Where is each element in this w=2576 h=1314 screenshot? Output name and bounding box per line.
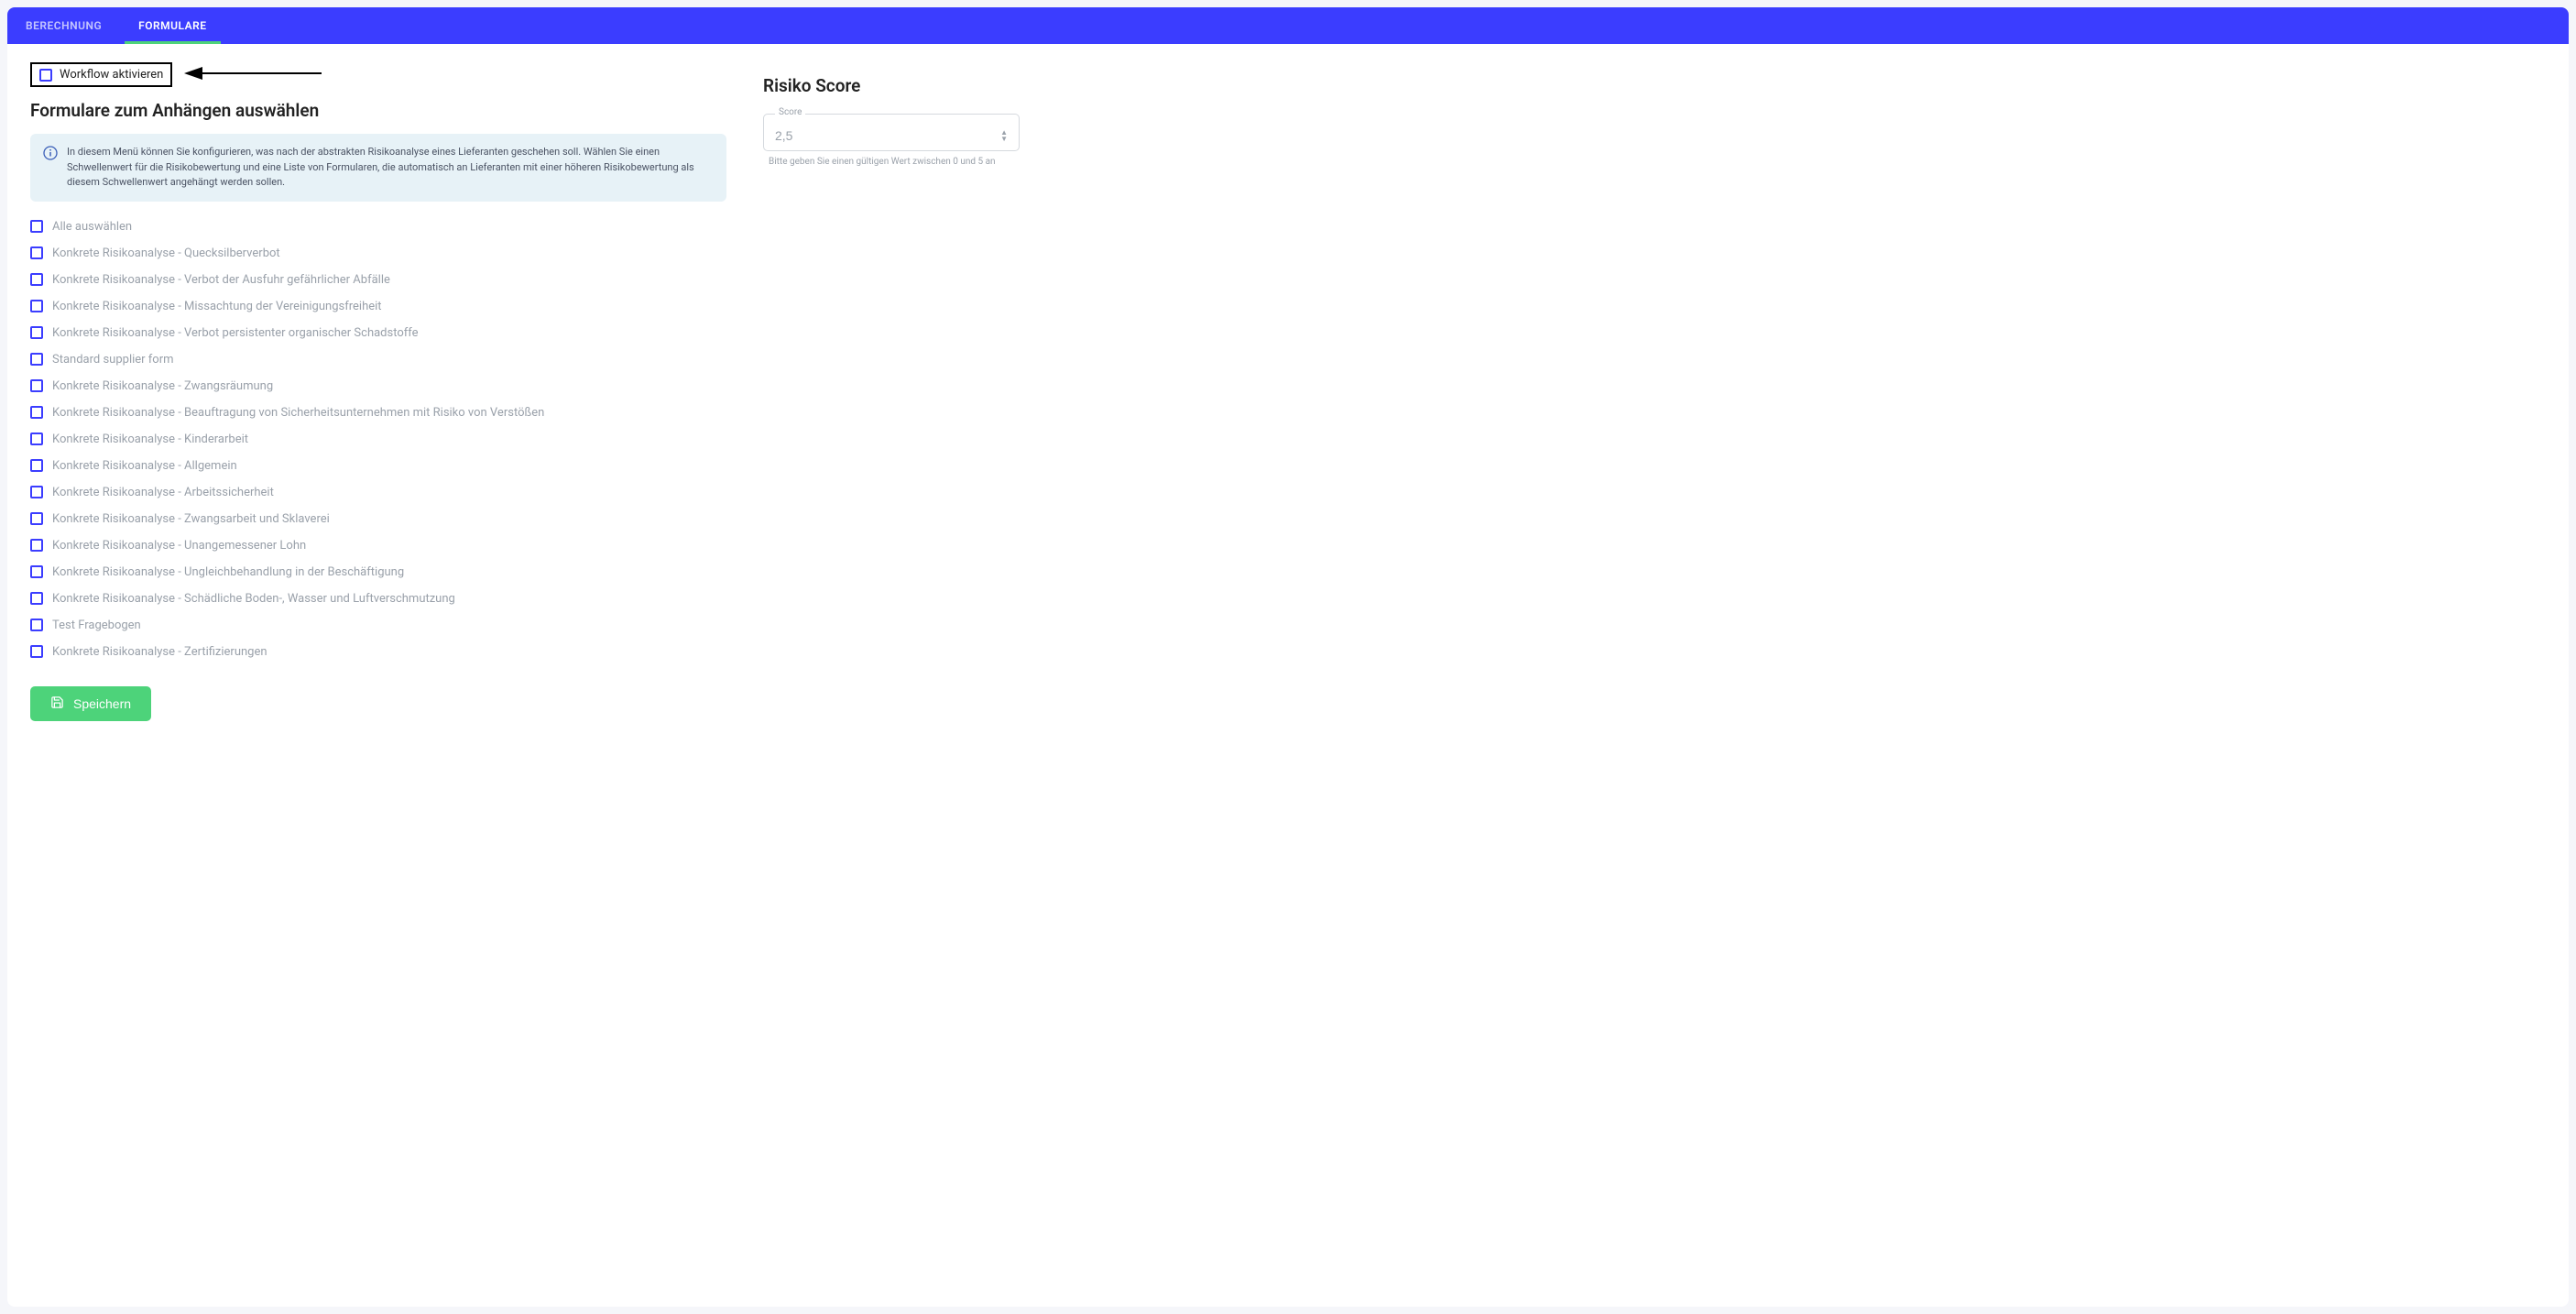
score-input[interactable] <box>775 128 1000 143</box>
workflow-checkbox[interactable] <box>39 69 52 82</box>
form-item-label: Konkrete Risikoanalyse - Schädliche Bode… <box>52 592 455 606</box>
form-item-label: Alle auswählen <box>52 220 132 234</box>
right-column: Risiko Score Score ▲ ▼ Bitte geben Sie e… <box>763 62 1020 721</box>
form-checkbox[interactable] <box>30 459 43 472</box>
info-banner: In diesem Menü können Sie konfigurieren,… <box>30 134 726 202</box>
form-item-label: Konkrete Risikoanalyse - Zertifizierunge… <box>52 645 267 659</box>
form-item[interactable]: Konkrete Risikoanalyse - Allgemein <box>30 459 726 473</box>
form-checkbox[interactable] <box>30 379 43 392</box>
score-hint: Bitte geben Sie einen gültigen Wert zwis… <box>763 157 1020 167</box>
tab-berechnung[interactable]: BERECHNUNG <box>7 7 120 44</box>
form-list: Alle auswählen Konkrete Risikoanalyse - Q… <box>30 220 726 659</box>
app-container: BERECHNUNG FORMULARE Workflow aktivieren… <box>7 7 2569 1307</box>
form-item-label: Konkrete Risikoanalyse - Beauftragung vo… <box>52 406 544 420</box>
form-item[interactable]: Konkrete Risikoanalyse - Quecksilberverb… <box>30 246 726 260</box>
score-legend: Score <box>775 107 805 117</box>
form-checkbox[interactable] <box>30 353 43 366</box>
form-item[interactable]: Konkrete Risikoanalyse - Missachtung der… <box>30 300 726 313</box>
form-item[interactable]: Konkrete Risikoanalyse - Verbot der Ausf… <box>30 273 726 287</box>
form-item-label: Konkrete Risikoanalyse - Unangemessener … <box>52 539 306 553</box>
form-item[interactable]: Konkrete Risikoanalyse - Kinderarbeit <box>30 433 726 446</box>
tab-label: FORMULARE <box>138 19 206 32</box>
form-item-label: Konkrete Risikoanalyse - Kinderarbeit <box>52 433 248 446</box>
form-item-label: Konkrete Risikoanalyse - Allgemein <box>52 459 237 473</box>
form-checkbox[interactable] <box>30 592 43 605</box>
form-checkbox[interactable] <box>30 645 43 658</box>
form-checkbox[interactable] <box>30 486 43 498</box>
form-item-label: Konkrete Risikoanalyse - Quecksilberverb… <box>52 246 280 260</box>
workflow-activate-box[interactable]: Workflow aktivieren <box>30 62 172 87</box>
score-stepper[interactable]: ▲ ▼ <box>1000 129 1008 142</box>
arrow-pointer-icon <box>170 64 326 86</box>
content-area: Workflow aktivieren Formulare zum Anhäng… <box>7 44 2569 739</box>
form-item-label: Konkrete Risikoanalyse - Zwangsräumung <box>52 379 273 393</box>
form-item-label: Test Fragebogen <box>52 619 141 632</box>
form-item[interactable]: Konkrete Risikoanalyse - Zertifizierunge… <box>30 645 726 659</box>
form-item[interactable]: Konkrete Risikoanalyse - Beauftragung vo… <box>30 406 726 420</box>
form-item[interactable]: Konkrete Risikoanalyse - Ungleichbehandl… <box>30 565 726 579</box>
form-checkbox[interactable] <box>30 539 43 552</box>
save-button-label: Speichern <box>73 696 131 711</box>
form-item[interactable]: Konkrete Risikoanalyse - Unangemessener … <box>30 539 726 553</box>
forms-section-title: Formulare zum Anhängen auswählen <box>30 100 726 121</box>
form-checkbox[interactable] <box>30 326 43 339</box>
form-checkbox[interactable] <box>30 246 43 259</box>
tab-formulare[interactable]: FORMULARE <box>120 7 224 44</box>
form-checkbox[interactable] <box>30 273 43 286</box>
form-item[interactable]: Test Fragebogen <box>30 619 726 632</box>
tabs-header: BERECHNUNG FORMULARE <box>7 7 2569 44</box>
form-item-label: Konkrete Risikoanalyse - Verbot persiste… <box>52 326 419 340</box>
info-text: In diesem Menü können Sie konfigurieren,… <box>67 145 714 191</box>
form-item[interactable]: Konkrete Risikoanalyse - Zwangsräumung <box>30 379 726 393</box>
score-fieldset: Score ▲ ▼ <box>763 109 1020 151</box>
form-checkbox[interactable] <box>30 220 43 233</box>
form-item-label: Konkrete Risikoanalyse - Ungleichbehandl… <box>52 565 404 579</box>
form-item-label: Standard supplier form <box>52 353 174 367</box>
chevron-down-icon[interactable]: ▼ <box>1000 136 1008 142</box>
form-item-label: Konkrete Risikoanalyse - Missachtung der… <box>52 300 382 313</box>
form-item-label: Konkrete Risikoanalyse - Arbeitssicherhe… <box>52 486 274 499</box>
left-column: Workflow aktivieren Formulare zum Anhäng… <box>30 62 726 721</box>
form-item[interactable]: Konkrete Risikoanalyse - Verbot persiste… <box>30 326 726 340</box>
form-item-label: Konkrete Risikoanalyse - Verbot der Ausf… <box>52 273 390 287</box>
form-item[interactable]: Konkrete Risikoanalyse - Schädliche Bode… <box>30 592 726 606</box>
save-button[interactable]: Speichern <box>30 686 151 721</box>
workflow-label: Workflow aktivieren <box>60 68 163 82</box>
form-item[interactable]: Konkrete Risikoanalyse - Arbeitssicherhe… <box>30 486 726 499</box>
form-item[interactable]: Standard supplier form <box>30 353 726 367</box>
form-item[interactable]: Konkrete Risikoanalyse - Zwangsarbeit un… <box>30 512 726 526</box>
form-checkbox[interactable] <box>30 512 43 525</box>
form-checkbox[interactable] <box>30 619 43 631</box>
form-checkbox[interactable] <box>30 406 43 419</box>
tab-label: BERECHNUNG <box>26 19 102 32</box>
score-section-title: Risiko Score <box>763 75 1020 96</box>
info-icon <box>43 146 58 160</box>
score-input-row: ▲ ▼ <box>775 128 1008 143</box>
form-item[interactable]: Alle auswählen <box>30 220 726 234</box>
form-checkbox[interactable] <box>30 565 43 578</box>
form-item-label: Konkrete Risikoanalyse - Zwangsarbeit un… <box>52 512 330 526</box>
form-checkbox[interactable] <box>30 433 43 445</box>
form-checkbox[interactable] <box>30 300 43 312</box>
save-icon <box>50 695 64 712</box>
